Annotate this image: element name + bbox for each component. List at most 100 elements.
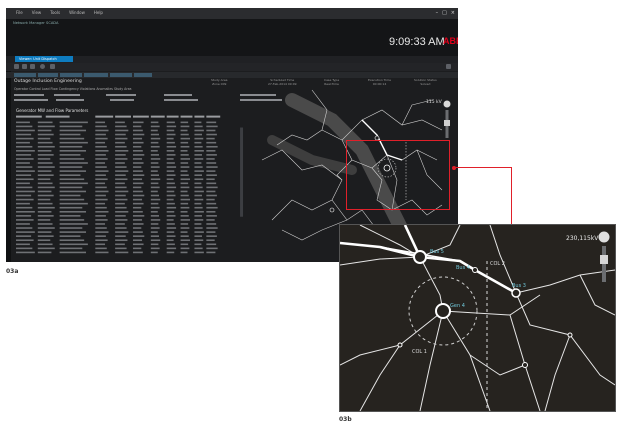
- table-cell: [132, 227, 142, 229]
- table-cell: [37, 166, 55, 168]
- table-cell: [180, 170, 188, 172]
- close-icon[interactable]: ×: [451, 10, 455, 16]
- voltage-slider[interactable]: [442, 100, 452, 140]
- nav-tab[interactable]: [60, 73, 82, 77]
- table-cell: [95, 190, 109, 193]
- table-cell: [150, 133, 160, 136]
- table-cell: [37, 247, 55, 250]
- table-cell: [206, 154, 217, 156]
- table-cell: [180, 194, 189, 197]
- table-cell: [37, 129, 52, 132]
- table-cell: [115, 206, 127, 209]
- table-cell: [37, 178, 51, 181]
- table-cell: [132, 166, 142, 168]
- table-cell: [150, 150, 158, 152]
- table-cell: [37, 239, 51, 242]
- table-cell: [194, 166, 203, 168]
- table-cell: [166, 243, 175, 246]
- table-cell: [206, 137, 215, 140]
- table-cell: [95, 182, 106, 185]
- table-cell: [16, 231, 35, 233]
- table-cell: [16, 158, 34, 160]
- nav-tab[interactable]: [38, 73, 58, 77]
- table-cell: [150, 158, 161, 160]
- nav-tab[interactable]: [14, 73, 36, 77]
- table-cell: [206, 247, 218, 250]
- table-cell: [16, 215, 32, 217]
- table-cell: [132, 194, 145, 197]
- table-cell: [37, 186, 55, 189]
- table-cell: [166, 166, 177, 168]
- table-cell: [37, 158, 51, 160]
- table-cell: [115, 137, 128, 140]
- table-cell: [115, 198, 128, 201]
- table-cell: [180, 235, 189, 237]
- table-cell: [166, 239, 174, 242]
- table-cell: [150, 198, 161, 201]
- table-cell: [115, 202, 125, 205]
- table-cell: [206, 158, 215, 160]
- menu-view[interactable]: View: [32, 10, 42, 15]
- table-cell: [16, 178, 34, 181]
- table-cell: [95, 194, 106, 197]
- filter-bar[interactable]: Operator Control Load Flow Contingency V…: [14, 87, 132, 91]
- table-cell: [37, 125, 55, 128]
- table-cell: [95, 235, 106, 237]
- nav-tab[interactable]: [134, 73, 152, 77]
- table-cell: [16, 145, 33, 148]
- maximize-icon[interactable]: □: [442, 10, 447, 16]
- table-cell: [194, 129, 204, 132]
- forward-icon[interactable]: [22, 64, 27, 69]
- table-cell: [150, 227, 160, 229]
- table-cell: [95, 174, 106, 176]
- table-cell: [37, 162, 53, 164]
- table-cell: [206, 162, 217, 164]
- table-cell: [180, 166, 190, 168]
- table-cell: [150, 202, 159, 205]
- menu-help[interactable]: Help: [94, 10, 103, 15]
- table-cell: [166, 210, 175, 213]
- table-cell: [95, 166, 107, 168]
- refresh-icon[interactable]: [40, 64, 45, 69]
- table-cell: [37, 121, 53, 124]
- table-cell: [194, 170, 204, 172]
- table-cell: [95, 206, 107, 209]
- table-cell: [150, 129, 158, 132]
- table-cell: [37, 223, 53, 225]
- table-cell: [166, 223, 175, 225]
- table-cell: [166, 182, 175, 185]
- zoom-highlight-box: [346, 140, 450, 210]
- table-cell: [115, 182, 125, 185]
- table-cell: [180, 141, 189, 144]
- table-cell: [16, 129, 35, 132]
- table-cell: [95, 231, 109, 233]
- menu-window[interactable]: Window: [69, 10, 85, 15]
- table-cell: [132, 251, 143, 254]
- table-cell: [132, 210, 143, 213]
- window-controls: – □ ×: [436, 10, 455, 16]
- table-cell: [150, 194, 160, 197]
- nav-tab[interactable]: [84, 73, 108, 77]
- voltage-filter-label: 115 kV: [426, 100, 442, 105]
- menu-tools[interactable]: Tools: [50, 10, 60, 15]
- voltage-slider[interactable]: [595, 231, 613, 285]
- table-cell: [194, 198, 204, 201]
- table-cell: [59, 210, 87, 213]
- node-label: Bus 3: [512, 283, 526, 289]
- settings-icon[interactable]: [446, 64, 451, 69]
- network-map-zoomed[interactable]: Bus 5 Bus 4 Gen 4 Bus 3 COL 1 COL 2: [340, 225, 615, 411]
- table-cell: [132, 133, 145, 136]
- table-cell: [59, 202, 88, 205]
- nav-tab[interactable]: [110, 73, 132, 77]
- table-cell: [206, 231, 216, 233]
- menu-file[interactable]: File: [16, 10, 23, 15]
- print-icon[interactable]: [50, 64, 55, 69]
- tab-unit-dispatch[interactable]: Viewer: Unit Dispatch: [15, 56, 73, 62]
- table-cell: [180, 190, 188, 193]
- table-cell: [150, 231, 158, 233]
- minimize-icon[interactable]: –: [436, 10, 439, 16]
- home-icon[interactable]: [30, 64, 35, 69]
- table-cell: [180, 182, 189, 185]
- back-icon[interactable]: [14, 64, 19, 69]
- table-cell: [115, 190, 129, 193]
